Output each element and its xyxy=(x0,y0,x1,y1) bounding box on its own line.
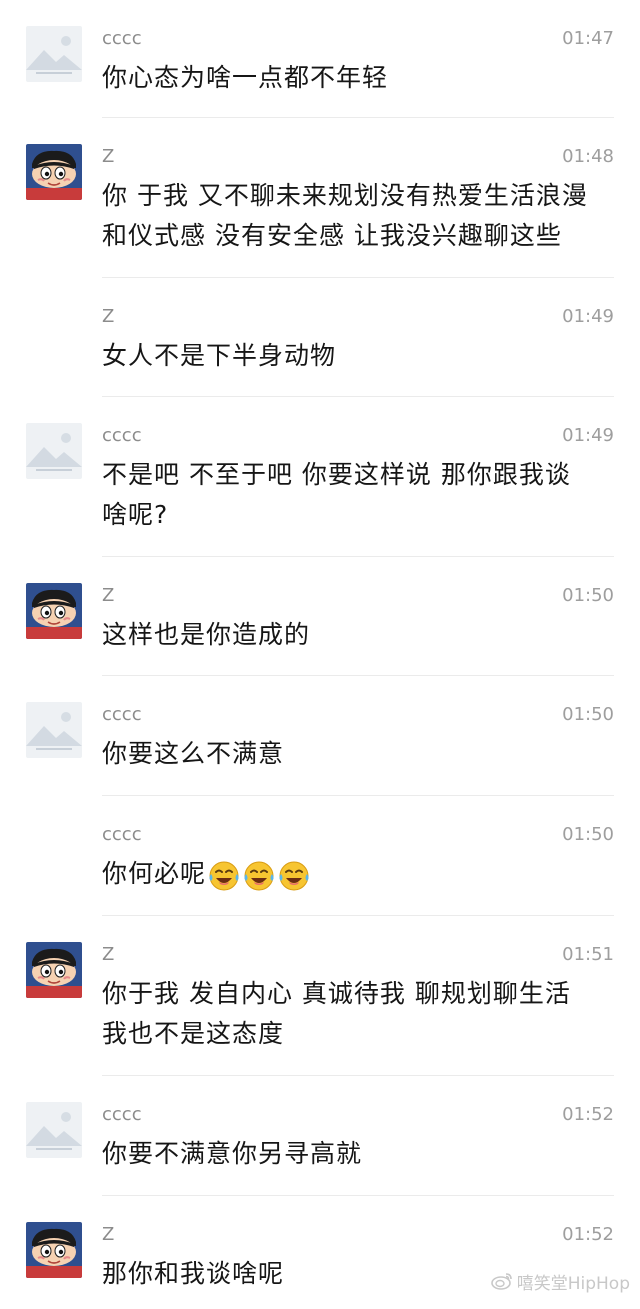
message-time: 01:48 xyxy=(562,146,614,167)
message-item[interactable]: cccc 01:49 不是吧 不至于吧 你要这样说 那你跟我谈 啥呢? xyxy=(0,397,640,557)
sender-name: Z xyxy=(102,1224,115,1245)
message-item[interactable]: Z 01:51 你于我 发自内心 真诚待我 聊规划聊生活 我也不是这态度 xyxy=(0,916,640,1076)
landscape-placeholder-icon[interactable] xyxy=(26,423,82,479)
message-item[interactable]: Z 01:48 你 于我 又不聊未来规划没有热爱生活浪漫 和仪式感 没有安全感 … xyxy=(0,118,640,278)
landscape-placeholder-icon[interactable] xyxy=(26,702,82,758)
sender-name: cccc xyxy=(102,1104,142,1125)
message-time: 01:50 xyxy=(562,824,614,845)
sender-name: Z xyxy=(102,306,115,327)
message-text: 这样也是你造成的 xyxy=(102,620,311,649)
cartoon-boy-avatar[interactable] xyxy=(26,1222,82,1278)
sender-name: cccc xyxy=(102,704,142,725)
landscape-placeholder-icon[interactable] xyxy=(26,26,82,82)
message-text: 你心态为啥一点都不年轻 xyxy=(102,63,389,92)
message-time: 01:49 xyxy=(562,425,614,446)
message-text: 你要这么不满意 xyxy=(102,739,285,768)
sender-name: Z xyxy=(102,944,115,965)
weibo-icon xyxy=(490,1272,513,1295)
message-time: 01:52 xyxy=(562,1224,614,1245)
watermark-text: 嘻笑堂HipHop xyxy=(516,1273,630,1294)
message-item[interactable]: cccc 01:50 你何必呢 xyxy=(0,796,640,916)
sender-name: cccc xyxy=(102,425,142,446)
sender-name: Z xyxy=(102,585,115,606)
message-time: 01:47 xyxy=(562,28,614,49)
message-text: 你于我 发自内心 真诚待我 聊规划聊生活 我也不是这态度 xyxy=(102,979,571,1048)
message-item[interactable]: cccc 01:50 你要这么不满意 xyxy=(0,676,640,796)
landscape-placeholder-icon[interactable] xyxy=(26,1102,82,1158)
cartoon-boy-avatar[interactable] xyxy=(26,942,82,998)
sender-name: cccc xyxy=(102,28,142,49)
message-text: 你 于我 又不聊未来规划没有热爱生活浪漫 和仪式感 没有安全感 让我没兴趣聊这些 xyxy=(102,181,588,250)
crying-laughing-emoji xyxy=(243,860,278,891)
message-text: 你何必呢 xyxy=(102,859,207,888)
cartoon-boy-avatar[interactable] xyxy=(26,144,82,200)
message-text: 女人不是下半身动物 xyxy=(102,341,337,370)
watermark: 嘻笑堂HipHop xyxy=(490,1272,630,1295)
crying-laughing-emoji xyxy=(208,860,243,891)
sender-name: Z xyxy=(102,146,115,167)
message-time: 01:52 xyxy=(562,1104,614,1125)
message-text: 不是吧 不至于吧 你要这样说 那你跟我谈 啥呢? xyxy=(102,460,571,529)
message-item[interactable]: cccc 01:52 你要不满意你另寻高就 xyxy=(0,1076,640,1196)
message-time: 01:50 xyxy=(562,585,614,606)
sender-name: cccc xyxy=(102,824,142,845)
message-time: 01:51 xyxy=(562,944,614,965)
cartoon-boy-avatar[interactable] xyxy=(26,583,82,639)
message-time: 01:50 xyxy=(562,704,614,725)
message-text: 你要不满意你另寻高就 xyxy=(102,1139,363,1168)
message-time: 01:49 xyxy=(562,306,614,327)
message-item[interactable]: Z 01:49 女人不是下半身动物 xyxy=(0,278,640,397)
message-text-with-emoji: 你何必呢 xyxy=(102,854,614,895)
message-item[interactable]: cccc 01:47 你心态为啥一点都不年轻 xyxy=(0,0,640,118)
message-item[interactable]: Z 01:50 这样也是你造成的 xyxy=(0,557,640,676)
crying-laughing-emoji xyxy=(278,860,313,891)
emoji-row xyxy=(208,855,313,895)
